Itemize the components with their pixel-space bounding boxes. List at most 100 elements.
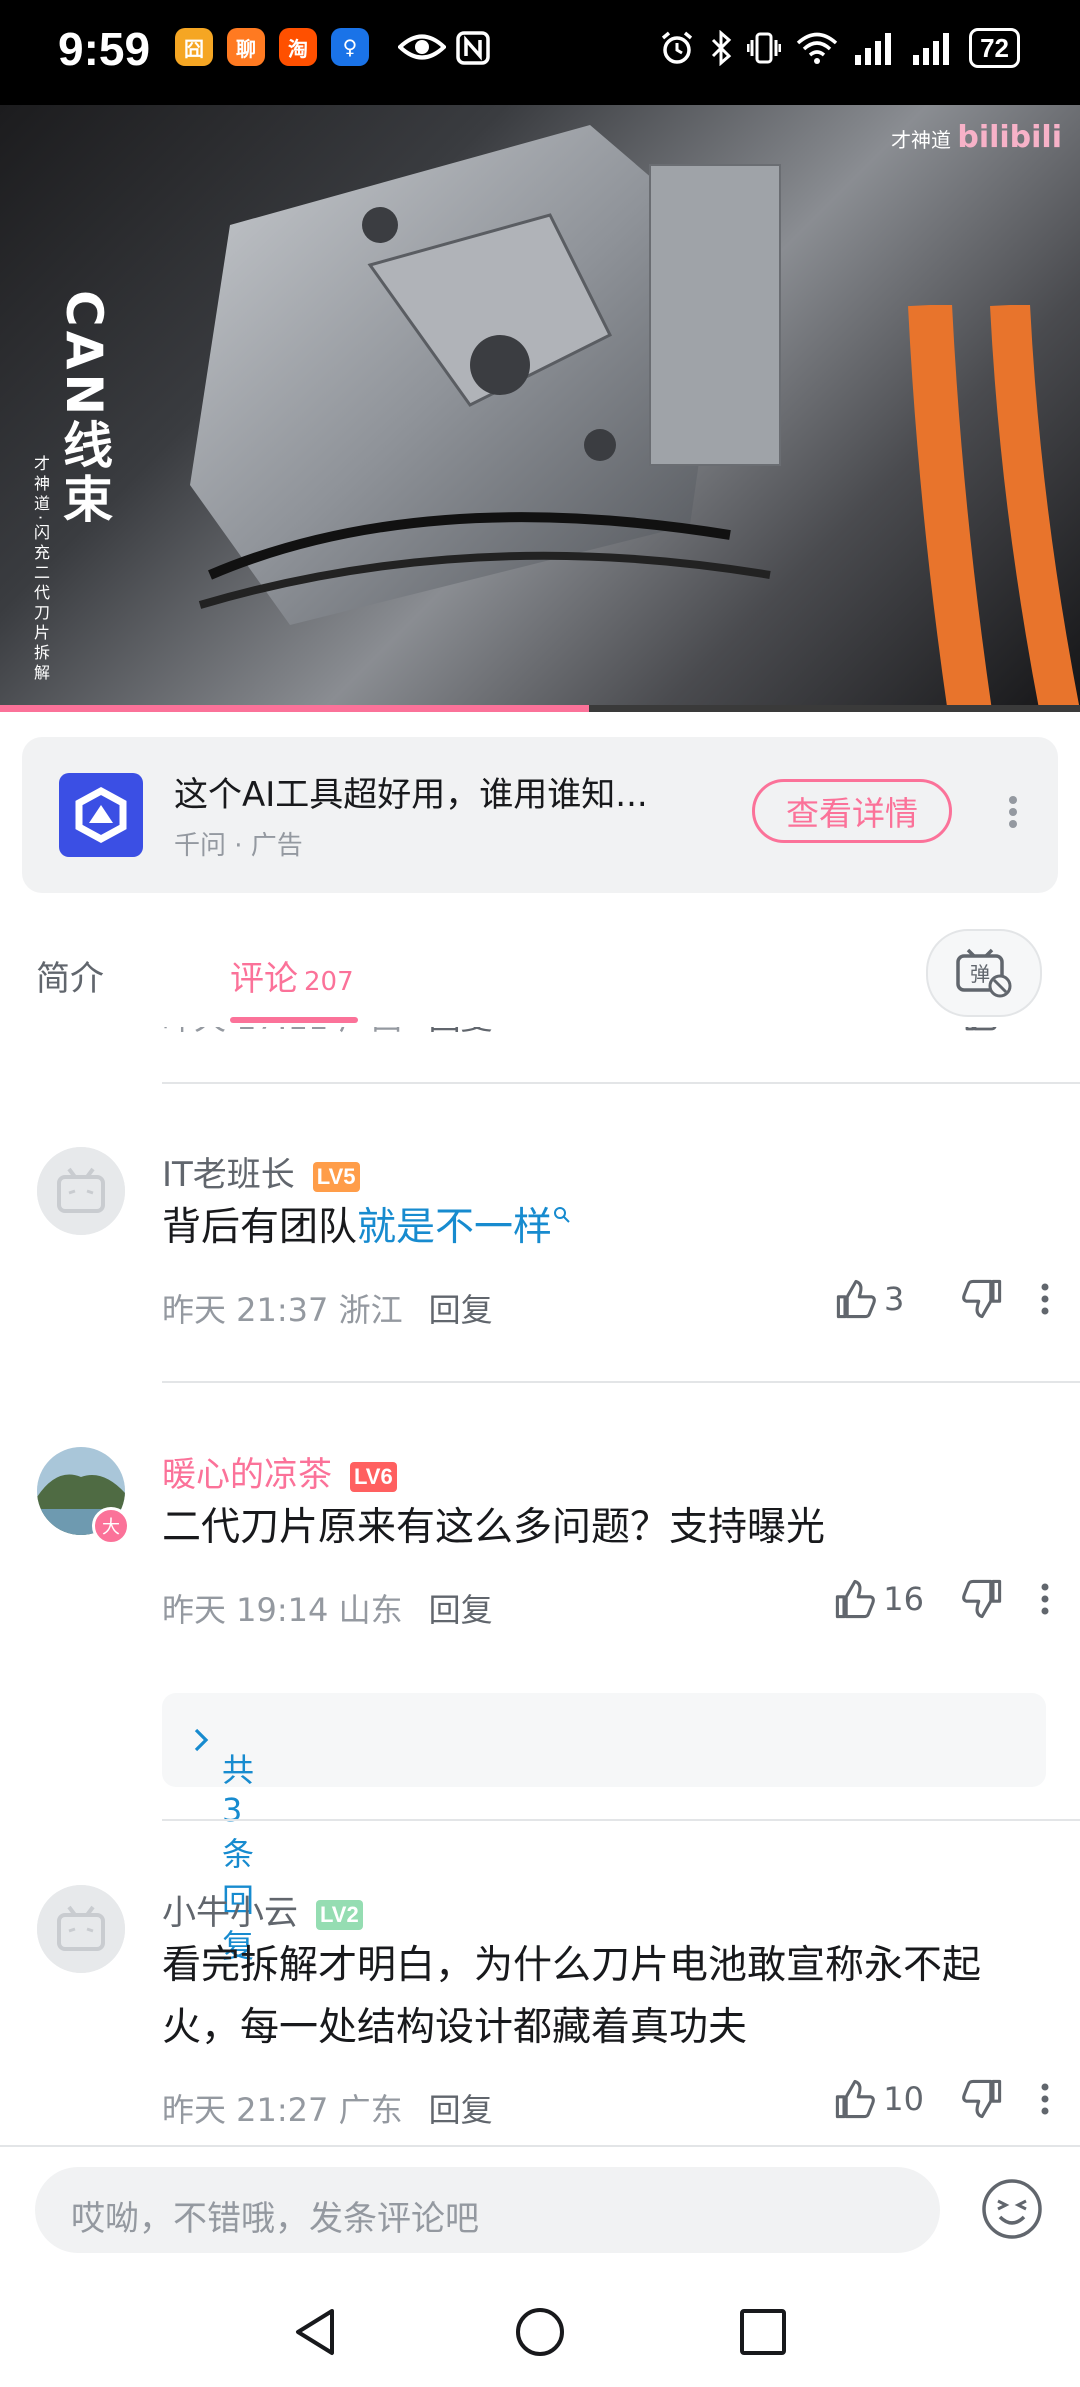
svg-text:弹: 弹 xyxy=(970,962,990,986)
more-icon[interactable] xyxy=(1040,2082,1050,2116)
comment-text: 二代刀片原来有这么多问题？支持曝光 xyxy=(162,1505,826,1550)
dislike-icon[interactable] xyxy=(960,2077,1004,2121)
notification-icons: 囧聊淘 ♀ xyxy=(175,28,369,66)
comment-count: 207 xyxy=(304,967,354,997)
level-badge: LV6 xyxy=(350,1461,397,1492)
comment-input-placeholder: 哎呦，不错哦，发条评论吧 xyxy=(71,2199,479,2239)
active-tab-indicator xyxy=(230,1017,358,1023)
default-avatar-icon xyxy=(37,1885,125,1973)
view-replies-button[interactable]: 共3条回复 xyxy=(162,1693,1046,1965)
tab-intro[interactable]: 简介 xyxy=(36,951,104,1000)
comment-meta: 昨天 21:27 广东 回复 xyxy=(162,2085,493,2131)
like-count: 10 xyxy=(883,2080,924,2118)
username-text: 小牛小云 xyxy=(162,1893,298,1933)
wifi-icon xyxy=(796,32,838,64)
ad-details-button[interactable]: 查看详情 xyxy=(752,779,952,843)
signal-icon xyxy=(855,33,892,65)
vibrate-icon xyxy=(747,32,782,64)
eye-icon xyxy=(398,34,446,60)
video-watermark: 才神道 bilibili xyxy=(891,120,1062,155)
comment-actions: 16 xyxy=(833,1577,1050,1621)
comment-username[interactable]: 暖心的凉茶 LV6 xyxy=(162,1447,397,1496)
home-icon[interactable] xyxy=(513,2305,567,2359)
level-badge: LV2 xyxy=(316,1899,363,1930)
dislike-icon[interactable] xyxy=(960,1277,1004,1321)
avatar[interactable] xyxy=(37,1885,125,1973)
like-icon[interactable] xyxy=(833,1577,877,1621)
video-progress-bar[interactable] xyxy=(0,705,1080,712)
comment-time: 昨天 19:14 山东 xyxy=(162,1591,403,1629)
nfc-icon xyxy=(456,31,490,65)
comment-list[interactable]: 昨天 17:11 广西回复 11 IT老班长LV5 背后有团队就是不一样 昨天 … xyxy=(0,1027,1080,2145)
emoji-icon[interactable] xyxy=(980,2177,1044,2241)
search-keyword-link[interactable]: 就是不一样 xyxy=(357,1205,552,1250)
like-count: 11 xyxy=(1009,1027,1050,1032)
recents-icon[interactable] xyxy=(738,2307,788,2357)
tab-comments-label: 评论 xyxy=(230,959,298,999)
app-icon-2: 聊 xyxy=(227,28,265,66)
chevron-right-icon xyxy=(194,1728,209,1752)
danmaku-off-icon: 弹 xyxy=(956,948,1012,998)
comment-divider xyxy=(162,1819,1080,1821)
like-icon[interactable] xyxy=(963,1027,1003,1033)
comment-text-plain: 背后有团队 xyxy=(162,1205,358,1250)
status-bar: 9:59 囧聊淘 ♀ 72 xyxy=(0,0,1080,105)
like-count: 3 xyxy=(884,1280,905,1318)
battery-indicator: 72 xyxy=(969,28,1020,68)
orange-cables xyxy=(908,305,1080,712)
comment-username[interactable]: 小牛小云 LV2 xyxy=(162,1885,363,1934)
tab-bar: 简介 评论 207 弹 xyxy=(0,917,1080,1029)
system-indicators: 72 xyxy=(659,28,1020,68)
watermark-author: 才神道 xyxy=(890,128,951,152)
username-text: 暖心的凉茶 xyxy=(162,1455,332,1495)
comment-time: 昨天 21:27 广东 xyxy=(162,2091,403,2129)
clock: 9:59 xyxy=(58,23,151,75)
dislike-icon[interactable] xyxy=(960,1577,1004,1621)
reply-button[interactable]: 回复 xyxy=(429,2091,493,2129)
reply-button[interactable]: 回复 xyxy=(429,1291,493,1329)
default-avatar-icon xyxy=(37,1147,125,1235)
comment-actions: 10 xyxy=(833,2077,1050,2121)
danmaku-toggle-button[interactable]: 弹 xyxy=(926,929,1042,1017)
bluetooth-icon xyxy=(712,30,732,66)
comment-meta: 昨天 21:37 浙江 回复 xyxy=(162,1285,493,1331)
like-icon[interactable] xyxy=(834,1277,878,1321)
app-icon-1: 囧 xyxy=(175,28,213,66)
avatar[interactable] xyxy=(37,1147,125,1235)
app-icon-4: ♀ xyxy=(331,28,369,66)
video-progress-fill xyxy=(0,705,589,712)
more-icon[interactable] xyxy=(1040,1582,1050,1616)
reply-button[interactable]: 回复 xyxy=(429,1027,493,1037)
username-text: IT老班长 xyxy=(162,1155,295,1195)
comment-meta: 昨天 19:14 山东 回复 xyxy=(162,1585,493,1631)
app-icon-3: 淘 xyxy=(279,28,317,66)
comment-input[interactable]: 哎呦，不错哦，发条评论吧 xyxy=(35,2167,940,2253)
like-count: 16 xyxy=(883,1580,924,1618)
qianwen-logo-icon xyxy=(59,773,143,857)
comment-time: 昨天 21:37 浙江 xyxy=(162,1291,403,1329)
video-frame-engine xyxy=(190,125,781,625)
reply-button[interactable]: 回复 xyxy=(429,1591,493,1629)
video-player[interactable]: CAN线束 才神道·闪充二代刀片拆解 才神道 bilibili xyxy=(0,105,1080,712)
comment-username[interactable]: IT老班长 LV5 xyxy=(162,1147,360,1196)
ad-source: 千问 · 广告 xyxy=(174,831,303,861)
signal-icon-2 xyxy=(913,33,950,65)
comment-divider xyxy=(162,1381,1080,1383)
back-icon[interactable] xyxy=(290,2305,340,2359)
video-overlay-subtitle: 才神道·闪充二代刀片拆解 xyxy=(31,455,50,685)
watermark-brand: bilibili xyxy=(957,120,1062,155)
video-overlay-title: CAN线束 xyxy=(55,290,113,528)
tab-comments[interactable]: 评论 207 xyxy=(230,951,354,1000)
comment-actions: 3 xyxy=(834,1277,1050,1321)
comment-divider xyxy=(162,1082,1080,1084)
comment-actions: 11 xyxy=(963,1027,1050,1033)
system-nav-bar xyxy=(0,2275,1080,2387)
like-icon[interactable] xyxy=(833,2077,877,2121)
more-icon[interactable] xyxy=(1008,795,1018,829)
ad-title: 这个AI工具超好用，谁用谁知... xyxy=(174,775,648,815)
alarm-icon xyxy=(661,31,693,64)
more-icon[interactable] xyxy=(1040,1282,1050,1316)
vip-badge: 大 xyxy=(92,1507,130,1545)
comment-text: 看完拆解才明白，为什么刀片电池敢宣称永不起火，每一处结构设计都藏着真功夫 xyxy=(162,1943,982,2050)
ad-card[interactable]: 这个AI工具超好用，谁用谁知... 千问 · 广告 查看详情 xyxy=(22,737,1058,893)
